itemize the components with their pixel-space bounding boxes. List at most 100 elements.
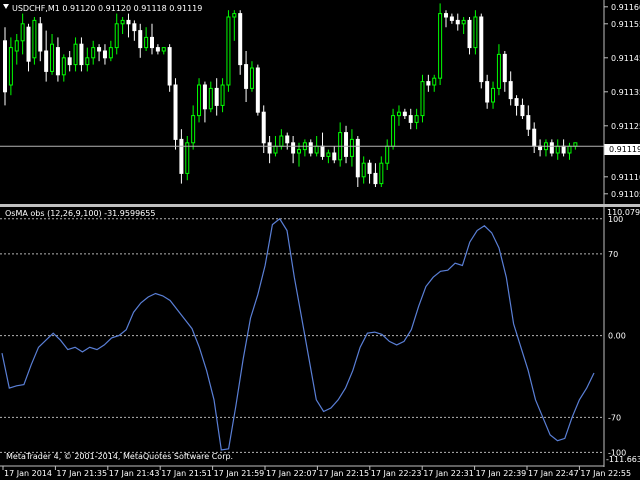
candle-body [361,162,366,178]
candle-body [185,142,190,174]
candle-body [179,138,184,174]
candle-body [426,81,431,86]
candle-body [491,87,496,103]
time-tick-label: 17 Jan 22:39 [476,469,527,478]
main-panel-title: USDCHF,M1 0.91120 0.91120 0.91118 0.9111… [12,4,202,13]
time-tick-label: 17 Jan 22:23 [371,469,422,478]
panel-separator[interactable] [0,204,640,207]
candle-body [255,67,260,113]
candle-body [173,84,178,140]
candle-body [520,104,525,117]
candle-body [332,152,337,161]
time-tick-label: 17 Jan 21:59 [214,469,265,478]
candle-body [144,36,149,49]
candle-body [8,47,13,86]
candle-body [226,16,231,86]
candle-body [449,16,454,21]
candle [173,78,178,150]
candle-body [291,142,296,154]
candle [479,13,484,89]
candle [197,78,202,123]
candle-body [167,47,172,86]
level-label: -70 [608,413,621,422]
candle [226,10,231,92]
time-tick-label: 17 Jan 21:51 [161,469,212,478]
candle-body [414,115,419,123]
candle-body [473,16,478,49]
candle-body [532,128,537,147]
candle-body [297,149,301,154]
candle-body [3,40,7,93]
candle-body [138,30,143,49]
candle-body [155,47,160,52]
indicator-bottom-label: -111.6630 [606,455,640,464]
time-tick-label: 17 Jan 22:55 [580,469,631,478]
chart-background [0,0,640,480]
candle-body [420,81,425,117]
candle-body [385,145,390,164]
candle-body [373,172,378,185]
time-tick-label: 17 Jan 21:43 [109,469,160,478]
candle-body [67,57,72,66]
candle-body [238,13,243,66]
candle-body [114,23,119,49]
candle-body [402,111,407,117]
time-tick-label: 17 Jan 22:31 [423,469,474,478]
candle-body [108,47,113,59]
price-tick-label: 0.91160 [611,3,640,12]
candle-body [326,152,331,157]
candle-body [432,77,437,86]
candle-body [38,23,43,52]
candle-body [261,111,266,144]
candle-body [514,98,519,106]
candle-body [79,43,84,66]
candle-body [150,36,154,49]
candle-body [14,40,19,52]
candle-body [161,47,166,52]
candle-body [391,115,396,147]
candle [438,3,443,85]
time-tick-label: 17 Jan 21:35 [56,469,107,478]
price-tick-label: 0.91125 [611,122,640,131]
candle-body [573,142,578,147]
candle-body [214,87,219,106]
candle-body [85,57,90,66]
time-tick-label: 17 Jan 22:15 [318,469,369,478]
candle-body [538,145,543,151]
candle-body [555,145,560,154]
candle [255,64,260,116]
candle-body [132,23,137,32]
candle-body [408,115,413,123]
candle-body [26,26,31,62]
candle-body [549,142,554,154]
candle-body [496,53,501,89]
candle-body [438,13,443,79]
price-tick-label: 0.91145 [611,54,640,63]
candle-body [73,43,78,66]
candle-body [367,162,372,174]
price-tick-label: 0.91105 [611,190,640,199]
candle-body [208,87,213,110]
candle-body [444,13,448,18]
candle [32,17,37,65]
candle-body [349,138,354,157]
time-tick-label: 17 Jan 22:07 [266,469,317,478]
candle-body [20,23,25,42]
candle-body [102,50,107,59]
candle-body [232,13,237,18]
candle-body [120,19,125,25]
level-label: 0.00 [608,332,626,341]
level-label: 70 [608,250,618,259]
candle-body [379,162,384,185]
candle-body [55,47,60,76]
candle [420,74,425,123]
candle-body [502,53,507,83]
price-tick-label: 0.91135 [611,88,640,97]
copyright-text: MetaTrader 4, © 2001-2014, MetaQuotes So… [6,452,233,461]
chart: 0.91160 0.91155 0.91145 0.91135 0.91125 0.911… [0,0,640,480]
candle-body [567,145,572,154]
candle-body [220,84,225,106]
candle-body [485,81,490,103]
indicator-top-label: 110.0791 [607,208,640,217]
candle-body [396,111,401,117]
